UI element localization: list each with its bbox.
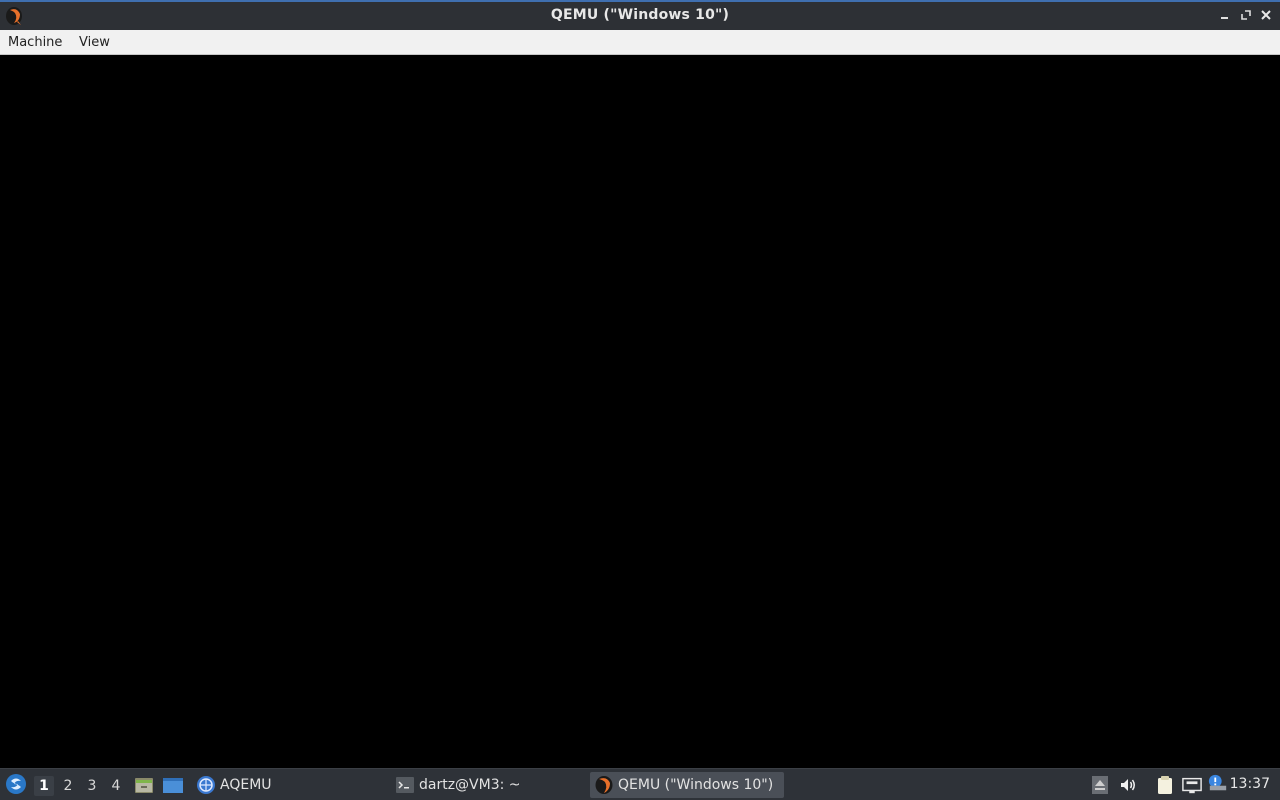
- network-icon[interactable]: [1182, 775, 1202, 795]
- file-manager-icon[interactable]: [134, 775, 154, 795]
- minimize-icon: [1221, 17, 1228, 19]
- desktop-2[interactable]: 2: [58, 776, 78, 796]
- eject-icon[interactable]: [1090, 775, 1110, 795]
- desktop-1[interactable]: 1: [34, 776, 54, 796]
- aqemu-icon: [197, 776, 215, 794]
- notification-icon[interactable]: [1208, 773, 1228, 793]
- task-terminal[interactable]: dartz@VM3: ~: [391, 772, 581, 798]
- clock[interactable]: 13:37: [1230, 776, 1270, 792]
- taskbar: 1 2 3 4 AQEMU dartz@VM3: ~ QEMU ("Window…: [0, 768, 1280, 800]
- qemu-icon: [595, 776, 613, 794]
- restore-button[interactable]: [1237, 6, 1255, 24]
- vm-display[interactable]: [0, 55, 1280, 768]
- start-menu-icon[interactable]: [5, 773, 27, 795]
- menu-machine[interactable]: Machine: [8, 35, 62, 50]
- window-titlebar[interactable]: QEMU ("Windows 10"): [0, 0, 1280, 30]
- close-button[interactable]: [1257, 6, 1275, 24]
- task-aqemu[interactable]: AQEMU: [192, 772, 377, 798]
- menubar: Machine View: [0, 30, 1280, 55]
- terminal-icon: [396, 777, 414, 793]
- minimize-button[interactable]: [1216, 6, 1234, 24]
- task-label: QEMU ("Windows 10"): [618, 777, 774, 793]
- restore-icon: [1241, 10, 1251, 20]
- clipboard-icon[interactable]: [1155, 775, 1175, 795]
- task-label: AQEMU: [220, 777, 272, 793]
- menu-view[interactable]: View: [79, 35, 110, 50]
- volume-icon[interactable]: [1118, 775, 1138, 795]
- close-icon: [1261, 10, 1271, 20]
- desktop-3[interactable]: 3: [82, 776, 102, 796]
- task-label: dartz@VM3: ~: [419, 777, 521, 793]
- task-qemu[interactable]: QEMU ("Windows 10"): [590, 772, 784, 798]
- show-desktop-icon[interactable]: [162, 775, 184, 795]
- desktop-4[interactable]: 4: [106, 776, 126, 796]
- window-title: QEMU ("Windows 10"): [550, 7, 730, 23]
